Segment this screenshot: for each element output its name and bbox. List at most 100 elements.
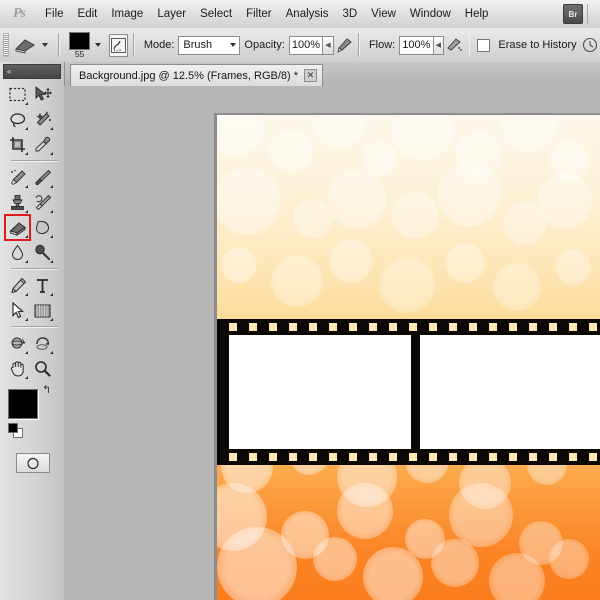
opacity-input[interactable]: 100% <box>288 35 324 55</box>
blur-tool[interactable] <box>5 240 30 265</box>
sprocket-hole <box>249 453 257 461</box>
sprocket-hole <box>429 323 437 331</box>
foreground-color-swatch[interactable] <box>8 389 38 419</box>
swap-colors-icon[interactable]: ↰ <box>42 385 51 396</box>
airbrush-opacity-toggle-icon[interactable] <box>334 34 353 56</box>
close-icon[interactable]: ✕ <box>304 69 318 82</box>
crop-tool[interactable] <box>5 132 30 157</box>
bokeh-circle <box>379 257 435 313</box>
menu-help[interactable]: Help <box>458 5 496 23</box>
workspace-switcher-button[interactable] <box>587 4 598 24</box>
film-frame[interactable] <box>419 335 600 449</box>
document-canvas[interactable] <box>217 115 600 600</box>
clone-stamp-tool[interactable] <box>5 190 30 215</box>
toolbox-row <box>5 273 64 298</box>
menu-filter[interactable]: Filter <box>239 5 279 23</box>
quick-mask-mode-button[interactable] <box>16 453 50 473</box>
spot-healing-brush-tool[interactable] <box>5 165 30 190</box>
sprocket-hole <box>329 323 337 331</box>
brush-preset-chevron-down-icon[interactable] <box>95 43 102 47</box>
eraser-tool[interactable] <box>4 214 31 241</box>
horizontal-type-tool[interactable] <box>30 273 55 298</box>
bokeh-circle <box>269 129 313 173</box>
dodge-tool[interactable] <box>30 240 55 265</box>
pen-tool[interactable] <box>5 273 30 298</box>
separator <box>133 33 135 57</box>
menu-3d[interactable]: 3D <box>335 5 364 23</box>
film-frame[interactable] <box>229 335 411 449</box>
toolbox-divider <box>11 160 58 162</box>
sprocket-hole <box>309 453 317 461</box>
history-brush-overflow-icon[interactable] <box>581 34 600 56</box>
sprocket-hole <box>369 323 377 331</box>
rectangular-marquee-tool[interactable] <box>5 82 30 107</box>
3d-camera-rotate-tool[interactable] <box>30 331 55 356</box>
sprocket-hole <box>569 453 577 461</box>
tool-preset-chevron-down-icon[interactable] <box>42 43 49 47</box>
menu-window[interactable]: Window <box>403 5 458 23</box>
toolbox-row <box>4 214 64 241</box>
zoom-tool[interactable] <box>30 356 55 381</box>
flow-input[interactable]: 100% <box>399 35 434 55</box>
sprocket-hole <box>509 453 517 461</box>
bokeh-circle <box>313 537 357 581</box>
photoshop-window: Ps File Edit Image Layer Select Filter A… <box>0 0 600 600</box>
hand-tool[interactable] <box>5 356 30 381</box>
sprocket-hole <box>509 323 517 331</box>
erase-to-history-option[interactable]: Erase to History <box>477 38 580 52</box>
sprocket-hole <box>429 453 437 461</box>
history-brush-tool[interactable] <box>30 190 55 215</box>
document-tab-title: Background.jpg @ 12.5% (Frames, RGB/8) * <box>79 69 299 82</box>
bokeh-circle <box>437 163 501 227</box>
opacity-slider-button[interactable]: ◀ <box>323 35 334 55</box>
3d-object-rotate-tool[interactable] <box>5 331 30 356</box>
brush-tool[interactable] <box>30 165 55 190</box>
menu-layer[interactable]: Layer <box>150 5 193 23</box>
menu-select[interactable]: Select <box>193 5 239 23</box>
canvas-workspace[interactable] <box>64 86 600 600</box>
erase-to-history-checkbox[interactable] <box>477 38 491 52</box>
toolbox-grid <box>0 79 64 381</box>
sprocket-hole <box>389 453 397 461</box>
sprocket-hole <box>369 453 377 461</box>
menu-analysis[interactable]: Analysis <box>279 5 336 23</box>
tool-group-corner-icon <box>25 210 28 213</box>
move-tool[interactable] <box>30 82 55 107</box>
lasso-tool[interactable] <box>5 107 30 132</box>
gradient-tool[interactable] <box>30 215 55 240</box>
default-colors-icon[interactable] <box>8 423 23 438</box>
eraser-tool-icon[interactable] <box>13 33 37 57</box>
tool-group-corner-icon <box>50 152 53 155</box>
sprocket-hole <box>469 453 477 461</box>
menu-file[interactable]: File <box>38 5 71 23</box>
chevron-down-icon <box>230 43 237 47</box>
airbrush-mode-toggle-icon[interactable] <box>444 34 463 56</box>
toolbox-collapse-button[interactable]: « <box>3 64 61 79</box>
toolbox-row <box>5 240 64 265</box>
brush-preset-picker[interactable]: 55 <box>69 31 91 59</box>
launch-bridge-button[interactable]: Br <box>563 4 583 24</box>
sprocket-hole <box>349 323 357 331</box>
toggle-brush-panel-button[interactable] <box>109 33 129 57</box>
toolbox-row <box>5 82 64 107</box>
menu-edit[interactable]: Edit <box>71 5 105 23</box>
rectangle-shape-tool[interactable] <box>30 298 55 323</box>
tool-options-bar: 55 Mode: Brush Opacity: 100% ◀ Flow: 100… <box>0 28 600 63</box>
bokeh-circle <box>217 167 281 235</box>
eyedropper-tool[interactable] <box>30 132 55 157</box>
magic-wand-tool[interactable] <box>30 107 55 132</box>
toolbox-row <box>5 107 64 132</box>
options-bar-grip[interactable] <box>3 33 10 57</box>
bokeh-circle <box>449 483 513 547</box>
separator <box>58 33 61 57</box>
document-tab[interactable]: Background.jpg @ 12.5% (Frames, RGB/8) *… <box>70 64 324 86</box>
menu-bar: Ps File Edit Image Layer Select Filter A… <box>0 0 600 29</box>
menu-image[interactable]: Image <box>104 5 150 23</box>
blend-mode-select[interactable]: Brush <box>178 35 241 55</box>
menu-view[interactable]: View <box>364 5 403 23</box>
bokeh-circle <box>217 527 297 600</box>
tool-group-corner-icon <box>25 127 28 130</box>
flow-slider-button[interactable]: ◀ <box>433 35 445 55</box>
filmstrip-sprockets-top <box>217 321 600 333</box>
path-selection-tool[interactable] <box>5 298 30 323</box>
